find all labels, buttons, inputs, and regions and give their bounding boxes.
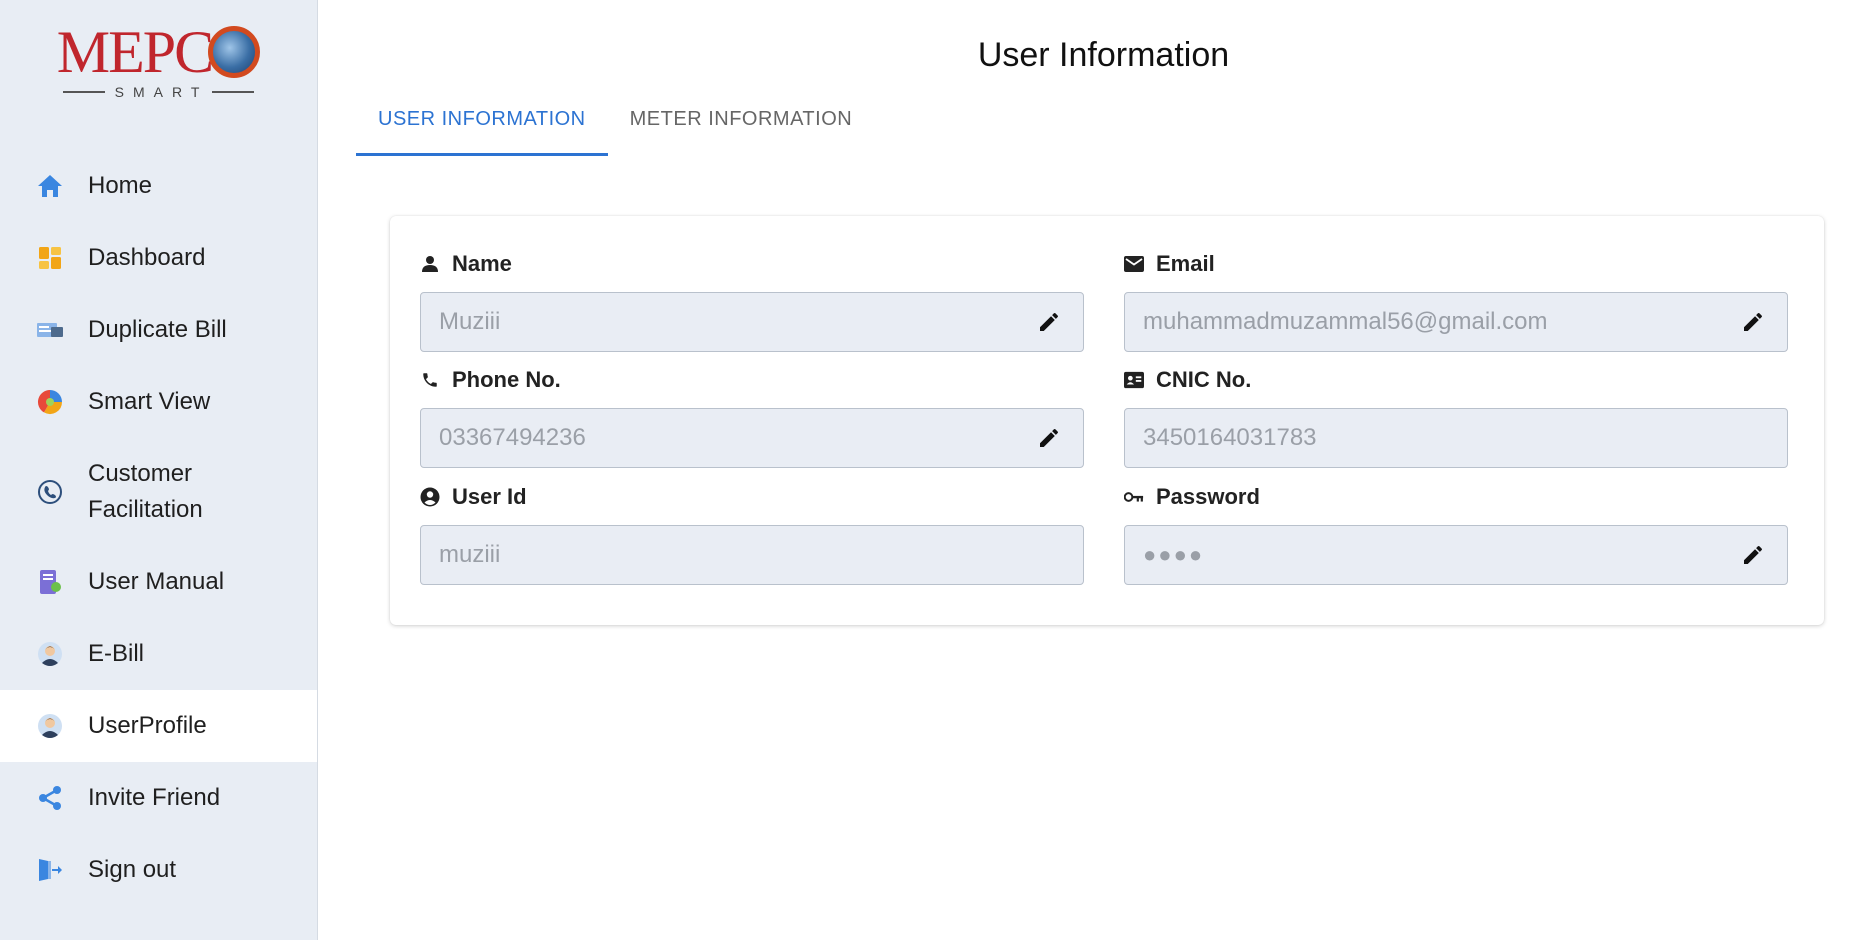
sidebar-item-label: Home <box>88 172 153 199</box>
sidebar-item-label: Smart View <box>88 388 211 415</box>
pencil-icon <box>1744 545 1762 564</box>
edit-name-button[interactable] <box>1033 306 1065 338</box>
user-avatar-icon <box>36 712 64 740</box>
user-info-card: Name Muziii Email muhammadmuzammal56@gma… <box>390 216 1824 625</box>
phone-label: Phone No. <box>420 366 1084 394</box>
logo-mark: MEPC <box>56 19 261 85</box>
sidebar-item-customer-facilitation[interactable]: Customer Facilitation <box>0 438 317 546</box>
email-value: muhammadmuzammal56@gmail.com <box>1143 308 1548 335</box>
sidebar-item-label: Customer Facilitation <box>88 460 203 523</box>
email-label-text: Email <box>1156 251 1215 276</box>
main-content: User Information USER INFORMATION METER … <box>318 0 1861 940</box>
sidebar-nav: Home Dashboard Duplicate Bill Smart View <box>0 150 317 906</box>
mepco-logo[interactable]: MEPC SMART <box>0 0 317 150</box>
account-circle-icon <box>420 487 440 507</box>
key-icon <box>1124 487 1144 507</box>
phone-field: Phone No. 03367494236 <box>420 366 1084 468</box>
sign-out-icon <box>36 856 64 884</box>
sidebar: MEPC SMART Home Dashboard Duplicate Bill… <box>0 0 318 940</box>
pencil-icon <box>1040 312 1058 331</box>
email-input[interactable]: muhammadmuzammal56@gmail.com <box>1124 292 1788 352</box>
id-card-icon <box>1124 370 1144 390</box>
pie-chart-icon <box>36 388 64 416</box>
share-icon <box>36 784 64 812</box>
email-label: Email <box>1124 250 1788 278</box>
logo-subtext: SMART <box>114 84 209 100</box>
pencil-icon <box>1744 312 1762 331</box>
mail-icon <box>1124 254 1144 274</box>
user-id-label: User Id <box>420 483 1084 511</box>
phone-input[interactable]: 03367494236 <box>420 408 1084 468</box>
sidebar-item-home[interactable]: Home <box>0 150 317 222</box>
sidebar-item-invite-friend[interactable]: Invite Friend <box>0 762 317 834</box>
pencil-icon <box>1040 428 1058 447</box>
tab-meter-information[interactable]: METER INFORMATION <box>608 100 875 156</box>
logo-globe-icon <box>208 26 261 78</box>
phone-label-text: Phone No. <box>452 367 561 392</box>
user-id-input[interactable]: muziii <box>420 525 1084 585</box>
cnic-input[interactable]: 3450164031783 <box>1124 408 1788 468</box>
cnic-label-text: CNIC No. <box>1156 367 1252 392</box>
logo-divider <box>62 91 105 93</box>
user-id-label-text: User Id <box>452 484 527 509</box>
sidebar-item-label: Duplicate Bill <box>88 316 227 343</box>
app-root: MEPC SMART Home Dashboard Duplicate Bill… <box>0 0 1861 940</box>
edit-password-button[interactable] <box>1737 539 1769 571</box>
sidebar-item-label: UserProfile <box>88 712 207 739</box>
sidebar-item-label: E-Bill <box>88 640 145 667</box>
email-field: Email muhammadmuzammal56@gmail.com <box>1124 250 1788 352</box>
page-title: User Information <box>977 36 1230 74</box>
user-id-field: User Id muziii <box>420 483 1084 585</box>
name-input[interactable]: Muziii <box>420 292 1084 352</box>
name-label-text: Name <box>452 251 512 276</box>
phone-support-icon <box>36 478 64 506</box>
sidebar-item-label: User Manual <box>88 568 225 595</box>
name-value: Muziii <box>439 308 501 335</box>
bill-icon <box>36 316 64 344</box>
sidebar-item-label: Invite Friend <box>88 784 221 811</box>
edit-phone-button[interactable] <box>1033 422 1065 454</box>
tab-bar: USER INFORMATION METER INFORMATION <box>356 100 874 156</box>
logo-divider <box>212 91 255 93</box>
name-label: Name <box>420 250 1084 278</box>
password-label-text: Password <box>1156 484 1260 509</box>
sidebar-item-user-manual[interactable]: User Manual <box>0 546 317 618</box>
password-input[interactable]: ●●●● <box>1124 525 1788 585</box>
sidebar-item-label: Sign out <box>88 856 177 883</box>
person-icon <box>420 254 440 274</box>
home-icon <box>36 172 64 200</box>
name-field: Name Muziii <box>420 250 1084 352</box>
manual-icon <box>36 568 64 596</box>
sidebar-item-userprofile[interactable]: UserProfile <box>0 690 317 762</box>
phone-icon <box>420 370 440 390</box>
user-id-value: muziii <box>439 541 501 568</box>
user-avatar-icon <box>36 640 64 668</box>
tab-user-information[interactable]: USER INFORMATION <box>356 100 608 156</box>
sidebar-item-smart-view[interactable]: Smart View <box>0 366 317 438</box>
edit-email-button[interactable] <box>1737 306 1769 338</box>
password-field: Password ●●●● <box>1124 483 1788 585</box>
password-value: ●●●● <box>1143 542 1205 567</box>
cnic-field: CNIC No. 3450164031783 <box>1124 366 1788 468</box>
sidebar-item-dashboard[interactable]: Dashboard <box>0 222 317 294</box>
cnic-value: 3450164031783 <box>1143 424 1317 451</box>
logo-subtitle: SMART <box>62 84 255 100</box>
cnic-label: CNIC No. <box>1124 366 1788 394</box>
password-label: Password <box>1124 483 1788 511</box>
sidebar-item-sign-out[interactable]: Sign out <box>0 834 317 906</box>
sidebar-item-duplicate-bill[interactable]: Duplicate Bill <box>0 294 317 366</box>
sidebar-item-e-bill[interactable]: E-Bill <box>0 618 317 690</box>
logo-text: MEPC <box>56 19 214 85</box>
sidebar-item-label: Dashboard <box>88 244 206 271</box>
dashboard-icon <box>36 244 64 272</box>
phone-value: 03367494236 <box>439 424 586 451</box>
